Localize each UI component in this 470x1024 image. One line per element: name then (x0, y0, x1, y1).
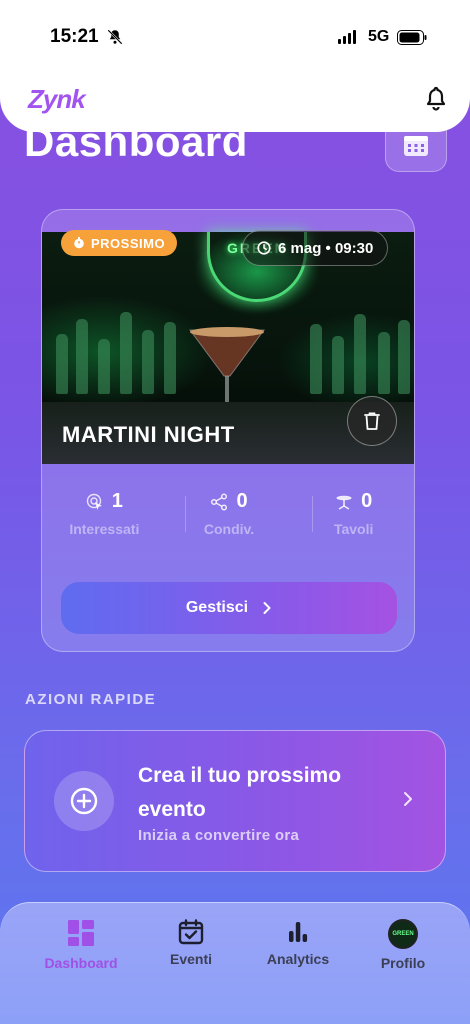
event-date-pill: 6 mag • 09:30 (242, 230, 389, 266)
trash-icon (364, 412, 380, 430)
tab-label: Dashboard (44, 955, 118, 971)
create-event-subtitle: Inizia a convertire ora (138, 827, 300, 844)
tap-icon (86, 493, 102, 510)
status-time: 15:21 (50, 26, 99, 47)
grid-icon (68, 920, 94, 946)
bar-chart-icon (289, 922, 308, 942)
chevron-right-icon (404, 792, 412, 806)
event-stats: 1 Interessati 0 Condiv. 0 Tavoli (42, 490, 414, 540)
stat-value: 1 (111, 490, 123, 512)
tab-label: Analytics (266, 951, 330, 967)
status-badge-label: PROSSIMO (91, 235, 166, 251)
stat-label: Tavoli (333, 521, 374, 537)
stat-interested: 1 Interessati (42, 490, 167, 540)
tab-bar: Dashboard Eventi Analytics GREEN Profilo (0, 902, 470, 1024)
tab-profilo[interactable]: GREEN Profilo (372, 919, 434, 971)
section-title: AZIONI RAPIDE (25, 691, 157, 708)
tab-label: Eventi (169, 951, 212, 967)
stat-label: Condiv. (203, 521, 255, 537)
tab-label: Profilo (380, 955, 426, 971)
plus-circle (54, 771, 114, 831)
avatar: GREEN (388, 919, 418, 949)
signal-icon (338, 30, 356, 44)
calendar-check-icon (178, 919, 204, 945)
manage-event-button[interactable]: Gestisci (61, 582, 397, 634)
stat-divider (312, 496, 313, 532)
stat-value: 0 (236, 490, 248, 512)
stat-divider (185, 496, 186, 532)
create-event-title: Crea il tuo prossimo evento (138, 764, 342, 821)
stat-tables: 0 Tavoli (291, 490, 414, 540)
stat-label: Interessati (69, 521, 140, 537)
network-type: 5G (368, 28, 390, 45)
bell-muted-icon (107, 29, 123, 45)
timer-icon (74, 237, 84, 249)
calendar-icon (404, 136, 428, 156)
chevron-right-icon (263, 602, 271, 614)
event-title: MARTINI NIGHT (62, 422, 235, 447)
tab-dashboard[interactable]: Dashboard (36, 919, 126, 971)
share-icon (211, 492, 228, 511)
event-card[interactable]: GREEN PROSSIMO 6 mag • 09 (41, 209, 415, 652)
stat-value: 0 (361, 490, 373, 512)
table-icon (336, 495, 352, 510)
manage-button-label: Gestisci (185, 599, 249, 616)
battery-icon (397, 30, 427, 45)
notifications-bell-icon[interactable] (424, 86, 448, 112)
status-badge: PROSSIMO (61, 230, 178, 256)
event-datetime: 6 mag • 09:30 (278, 239, 374, 257)
clock-icon (257, 241, 271, 255)
plus-circle-icon (70, 787, 98, 815)
delete-event-button[interactable] (347, 396, 397, 446)
tab-analytics[interactable]: Analytics (260, 919, 336, 967)
app-logo[interactable]: Zynk (28, 84, 86, 115)
create-event-card[interactable]: Crea il tuo prossimo evento Inizia a con… (24, 730, 446, 872)
avatar-text: GREEN (392, 931, 414, 937)
tab-eventi[interactable]: Eventi (160, 919, 222, 967)
